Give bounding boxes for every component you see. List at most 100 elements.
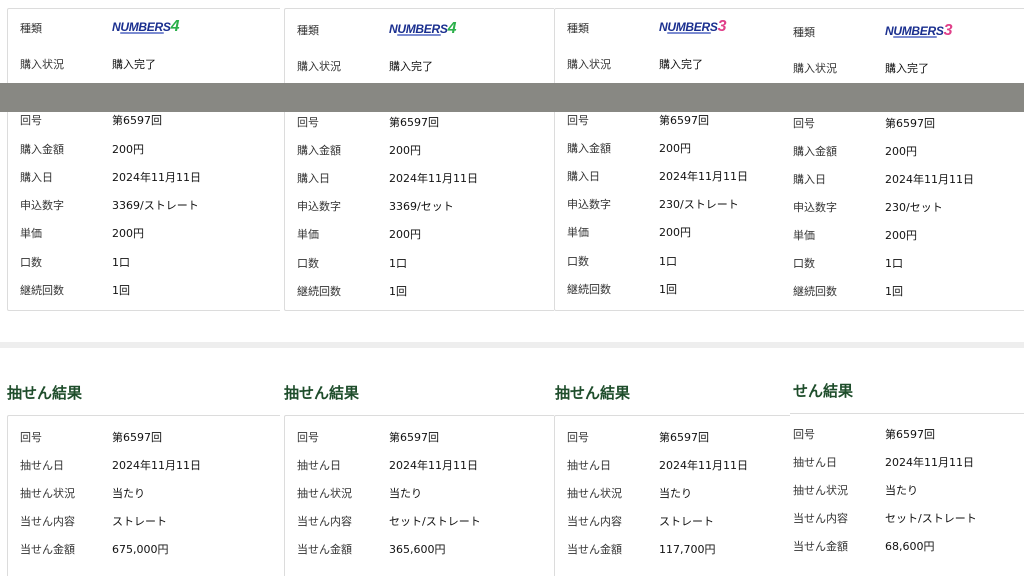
label-status: 購入状況 (793, 62, 837, 75)
value-amount: 200円 (659, 142, 691, 155)
result-card: 回号 第6597回 抽せん日 2024年11月11日 抽せん状況 当たり 当せん… (554, 415, 790, 576)
row-kind: 種類 NUMBERS3 (790, 23, 1024, 43)
value-draw-status: 当たり (389, 487, 422, 500)
value-date: 2024年11月11日 (659, 170, 748, 183)
row-amount: 購入金額 200円 (555, 139, 790, 159)
label-content: 当せん内容 (297, 515, 352, 528)
value-numbers: 230/セット (885, 201, 943, 214)
label-kind: 種類 (20, 22, 42, 35)
label-amount: 購入金額 (20, 143, 64, 156)
value-continuation: 1回 (659, 283, 677, 296)
result-card: 回号 第6597回 抽せん日 2024年11月11日 抽せん状況 当たり 当せん… (790, 413, 1024, 576)
label-result-round: 回号 (793, 428, 815, 441)
value-draw-date: 2024年11月11日 (389, 459, 478, 472)
value-amount: 200円 (112, 143, 144, 156)
section-title-draw-result: 抽せん結果 (284, 384, 360, 402)
label-result-round: 回号 (20, 431, 42, 444)
row-kind: 種類 NUMBERS4 (285, 21, 554, 41)
row-draw-status: 抽せん状況 当たり (555, 484, 790, 504)
label-round: 回号 (297, 116, 319, 129)
value-prize: 117,700円 (659, 543, 716, 556)
value-unit-price: 200円 (659, 226, 691, 239)
row-continuation: 継続回数 1回 (790, 282, 1024, 302)
value-draw-status: 当たり (112, 487, 145, 500)
value-date: 2024年11月11日 (389, 172, 478, 185)
row-unit-price: 単価 200円 (555, 223, 790, 243)
label-continuation: 継続回数 (297, 285, 341, 298)
label-amount: 購入金額 (793, 145, 837, 158)
value-unit-price: 200円 (112, 227, 144, 240)
label-units: 口数 (297, 257, 319, 270)
value-units: 1口 (659, 255, 677, 268)
value-continuation: 1回 (389, 285, 407, 298)
row-amount: 購入金額 200円 (285, 141, 554, 161)
label-content: 当せん内容 (20, 515, 75, 528)
label-amount: 購入金額 (297, 144, 341, 157)
label-draw-status: 抽せん状況 (297, 487, 352, 500)
label-date: 購入日 (20, 171, 53, 184)
row-content: 当せん内容 セット/ストレート (790, 509, 1024, 529)
value-date: 2024年11月11日 (112, 171, 201, 184)
row-draw-status: 抽せん状況 当たり (790, 481, 1024, 501)
row-content: 当せん内容 ストレート (555, 512, 790, 532)
value-units: 1口 (112, 256, 130, 269)
label-date: 購入日 (297, 172, 330, 185)
value-numbers: 3369/ストレート (112, 199, 199, 212)
value-result-round: 第6597回 (659, 431, 709, 444)
value-round: 第6597回 (885, 117, 935, 130)
value-prize: 365,600円 (389, 543, 446, 556)
value-status: 購入完了 (885, 62, 929, 75)
row-date: 購入日 2024年11月11日 (790, 170, 1024, 190)
row-result-round: 回号 第6597回 (285, 428, 554, 448)
row-units: 口数 1口 (8, 253, 280, 273)
row-date: 購入日 2024年11月11日 (285, 169, 554, 189)
value-draw-date: 2024年11月11日 (659, 459, 748, 472)
row-units: 口数 1口 (555, 252, 790, 272)
row-draw-date: 抽せん日 2024年11月11日 (8, 456, 280, 476)
numbers3-logo-icon: NUMBERS3 (659, 18, 727, 35)
row-numbers: 申込数字 3369/セット (285, 197, 554, 217)
value-round: 第6597回 (659, 114, 709, 127)
value-continuation: 1回 (112, 284, 130, 297)
row-prize: 当せん金額 117,700円 (555, 540, 790, 560)
row-numbers: 申込数字 230/ストレート (555, 195, 790, 215)
label-status: 購入状況 (297, 60, 341, 73)
row-units: 口数 1口 (790, 254, 1024, 274)
label-round: 回号 (793, 117, 815, 130)
value-amount: 200円 (885, 145, 917, 158)
row-amount: 購入金額 200円 (8, 140, 280, 160)
row-round: 回号 第6597回 (285, 113, 554, 133)
label-draw-status: 抽せん状況 (20, 487, 75, 500)
label-numbers: 申込数字 (793, 201, 837, 214)
label-date: 購入日 (567, 170, 600, 183)
value-units: 1口 (885, 257, 903, 270)
row-round: 回号 第6597回 (790, 114, 1024, 134)
row-result-round: 回号 第6597回 (555, 428, 790, 448)
label-numbers: 申込数字 (20, 199, 64, 212)
label-kind: 種類 (793, 26, 815, 39)
value-unit-price: 200円 (885, 229, 917, 242)
label-kind: 種類 (297, 24, 319, 37)
label-draw-status: 抽せん状況 (567, 487, 622, 500)
label-unit-price: 単価 (297, 228, 319, 241)
row-continuation: 継続回数 1回 (8, 281, 280, 301)
row-date: 購入日 2024年11月11日 (8, 168, 280, 188)
label-prize: 当せん金額 (567, 543, 622, 556)
section-title-draw-result: 抽せん結果 (7, 384, 83, 402)
row-result-round: 回号 第6597回 (790, 425, 1024, 445)
label-unit-price: 単価 (20, 227, 42, 240)
numbers4-logo-icon: NUMBERS4 (112, 18, 180, 35)
row-amount: 購入金額 200円 (790, 142, 1024, 162)
label-unit-price: 単価 (567, 226, 589, 239)
section-divider (0, 342, 280, 348)
purchase-card: 種類 NUMBERS4 購入状況 購入完了 回号 第6597回 購入金額 200… (284, 8, 554, 311)
value-status: 購入完了 (659, 58, 703, 71)
result-card: 回号 第6597回 抽せん日 2024年11月11日 抽せん状況 当たり 当せん… (284, 415, 554, 576)
numbers4-logo-icon: NUMBERS4 (389, 20, 457, 37)
purchase-card: 種類 NUMBERS4 購入状況 購入完了 回号 第6597回 購入金額 200… (7, 8, 280, 311)
value-numbers: 230/ストレート (659, 198, 739, 211)
row-status: 購入状況 購入完了 (555, 55, 790, 75)
value-status: 購入完了 (389, 60, 433, 73)
label-draw-date: 抽せん日 (20, 459, 64, 472)
value-continuation: 1回 (885, 285, 903, 298)
